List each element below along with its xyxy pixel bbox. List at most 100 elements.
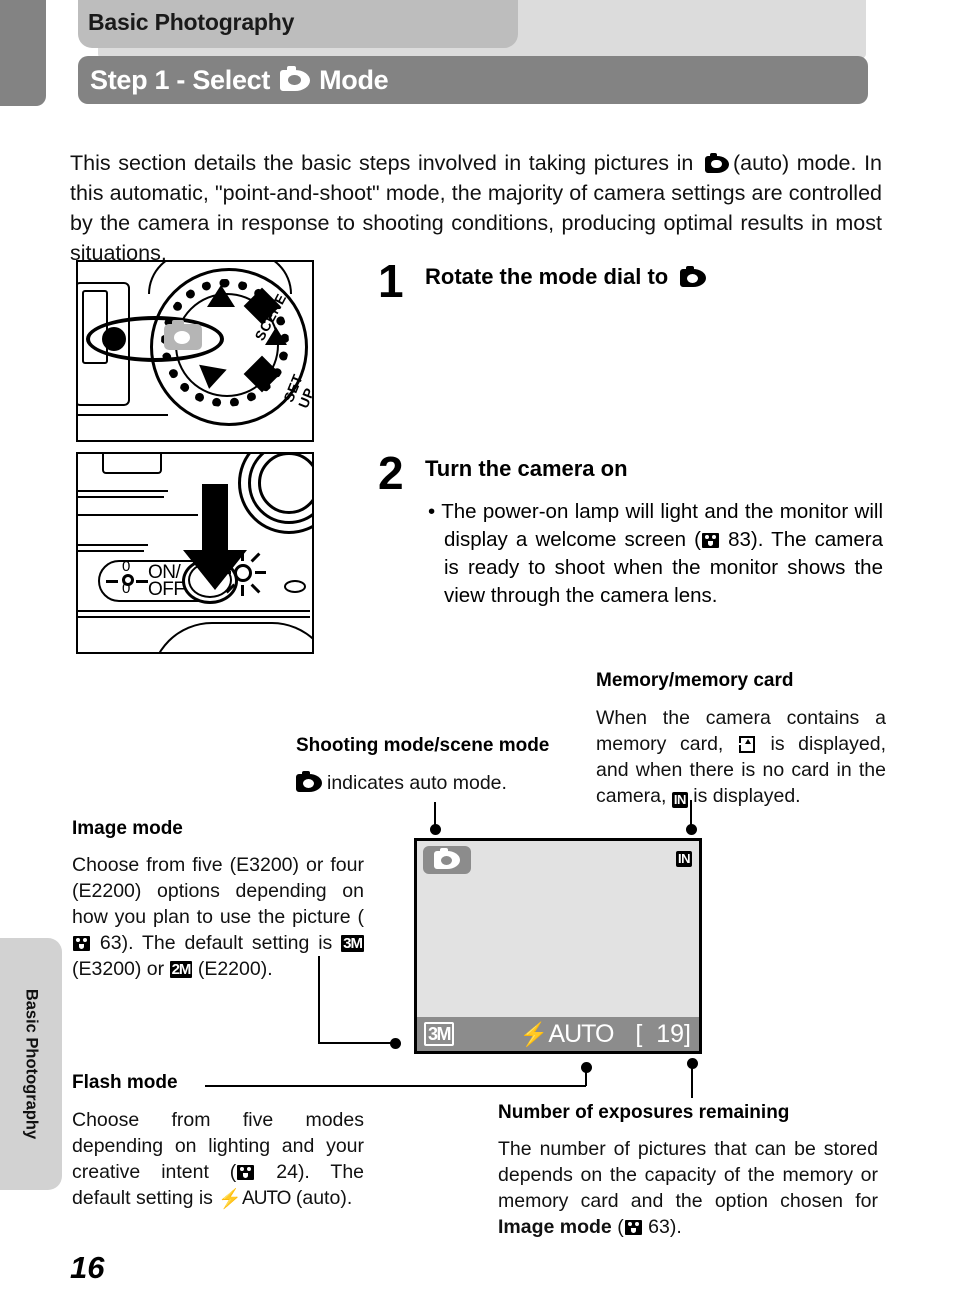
dial-setup-label: SET UP <box>280 371 314 411</box>
switch-marker-zero-top: 0 <box>122 558 131 575</box>
image-mode-tag-2m: 2M <box>169 961 193 978</box>
step-1-number: 1 <box>378 255 404 307</box>
image-mode-text-d: (E2200). <box>197 958 273 980</box>
dial-movie-icon <box>265 327 287 345</box>
callout-exposures-body: The number of pictures that can be store… <box>498 1136 878 1240</box>
flash-mode-ref: 24 <box>276 1161 298 1183</box>
dial-portrait-icon <box>207 285 235 307</box>
camera-seam-7 <box>78 616 310 618</box>
leader-line-image-mode-horz <box>318 1042 396 1044</box>
lcd-image-mode-indicator: 3M <box>424 1022 455 1046</box>
shooting-mode-text: indicates auto mode. <box>327 772 507 794</box>
exposures-text-b: ( <box>617 1216 624 1238</box>
exposures-text-a: The number of pictures that can be store… <box>498 1138 878 1212</box>
exposures-ref: 63 <box>648 1216 670 1238</box>
image-mode-tag-3m: 3M <box>341 935 365 952</box>
step-2-title: Turn the camera on <box>425 456 628 481</box>
power-switch-label: ON/ OFF <box>148 563 185 600</box>
lcd-flash-label: AUTO <box>548 1019 614 1048</box>
camera-auto-icon-lcd <box>434 847 460 869</box>
leader-dot-flash <box>581 1062 592 1073</box>
camera-port <box>284 580 306 593</box>
power-off-label: OFF <box>148 579 185 600</box>
page-reference-icon <box>624 1220 642 1235</box>
lamp-ray-n <box>241 550 244 561</box>
callout-memory-body: When the camera contains a memory card, … <box>596 705 886 809</box>
step-2-ref-page: 83 <box>728 528 751 551</box>
step-title-bar: Step 1 - Select Mode <box>78 56 868 104</box>
camera-seam-3 <box>78 514 198 516</box>
lcd-shooting-mode-indicator <box>423 846 471 874</box>
memory-text-c: is displayed. <box>693 785 801 807</box>
callout-flash-mode-body: Choose from five modes depending on ligh… <box>72 1107 364 1212</box>
camera-lcd-monitor: IN 3M ⚡ AUTO [ 19] <box>414 838 702 1054</box>
leader-dot-image-mode <box>390 1038 401 1049</box>
switch-marker-dash-right <box>136 580 148 583</box>
switch-marker-zero-bottom: 0 <box>122 580 131 597</box>
image-mode-ref: 63 <box>99 932 122 954</box>
side-chapter-tab-label: Basic Photography <box>22 988 41 1140</box>
step-title-text-before: Step 1 - Select <box>90 64 271 95</box>
intro-paragraph: This section details the basic steps inv… <box>70 148 882 268</box>
exposures-bold-ref: Image mode <box>498 1216 612 1238</box>
header-left-block <box>0 0 46 106</box>
callout-image-mode-body: Choose from five (E3200) or four (E2200)… <box>72 852 365 982</box>
callout-memory-heading: Memory/memory card <box>596 670 794 691</box>
side-chapter-tab: Basic Photography <box>0 938 62 1190</box>
image-mode-text-c: (E3200) or <box>72 958 165 980</box>
page-reference-icon <box>701 533 719 548</box>
leader-line-image-mode-vert <box>318 956 320 1044</box>
lamp-ray-w <box>220 571 231 574</box>
flash-bolt-icon: ⚡ <box>218 1189 243 1210</box>
camera-seam-4 <box>78 544 148 546</box>
internal-memory-icon-lcd: IN <box>676 851 692 867</box>
leader-dot-shooting-mode <box>430 824 441 835</box>
switch-marker-dash-left <box>106 580 118 583</box>
page-header: Basic Photography Step 1 - Select Mode <box>0 0 954 118</box>
lcd-exposures-remaining: [ 19] <box>635 1019 691 1048</box>
dial-index-dot <box>102 327 126 351</box>
exposures-text-c: ). <box>669 1216 682 1238</box>
callout-image-mode-heading: Image mode <box>72 818 183 839</box>
camera-lens-ring-inner <box>258 454 312 514</box>
camera-auto-icon <box>280 65 311 91</box>
flash-mode-text-c: (auto). <box>295 1187 353 1209</box>
flash-auto-label: AUTO <box>242 1188 291 1209</box>
dial-closeup-icon <box>195 364 227 392</box>
chapter-tab-label: Basic Photography <box>88 9 295 35</box>
image-mode-text-a: Choose from five (E3200) or four (E2200)… <box>72 854 364 928</box>
step-2-body: • The power-on lamp will light and the mo… <box>428 498 883 610</box>
dial-auto-mode-icon <box>164 319 202 350</box>
camera-seam-6 <box>78 610 310 612</box>
lcd-memory-indicator: IN <box>676 848 692 867</box>
leader-line-flash-horz <box>205 1085 586 1087</box>
flash-bolt-icon-lcd: ⚡ <box>519 1020 549 1047</box>
leader-dot-memory <box>686 824 697 835</box>
camera-seam-2 <box>78 496 164 498</box>
illustration-hairline <box>78 414 168 416</box>
lamp-ray-se <box>250 583 261 594</box>
camera-seam-5 <box>78 550 144 552</box>
mode-dial-illustration: SCENE SET UP <box>76 260 314 442</box>
chapter-tab: Basic Photography <box>78 0 518 48</box>
page-reference-icon <box>237 1165 255 1180</box>
lamp-ray-s <box>241 585 244 596</box>
image-mode-text-b: ). The default setting is <box>121 932 333 954</box>
callout-shooting-mode-body: indicates auto mode. <box>296 770 574 796</box>
camera-auto-icon-callout <box>296 770 322 792</box>
page-reference-icon <box>73 936 90 951</box>
power-on-lamp <box>234 564 252 582</box>
leader-dot-exposures <box>687 1058 698 1069</box>
press-arrow-stem <box>202 484 228 554</box>
step-title-text-after: Mode <box>319 64 389 95</box>
internal-memory-icon: IN <box>671 792 688 808</box>
lamp-ray-ne <box>250 552 261 563</box>
step-1-title: Rotate the mode dial to <box>425 264 707 290</box>
lcd-status-bar: 3M ⚡ AUTO [ 19] <box>417 1017 699 1051</box>
power-switch-illustration: 0 0 ON/ OFF <box>76 452 314 654</box>
camera-top-flap <box>102 454 162 474</box>
lcd-flash-mode-indicator: ⚡ AUTO <box>519 1019 615 1049</box>
bullet-glyph: • <box>428 500 436 523</box>
step-1-title-text: Rotate the mode dial to <box>425 264 669 289</box>
leader-line-flash-vert <box>585 1072 587 1086</box>
